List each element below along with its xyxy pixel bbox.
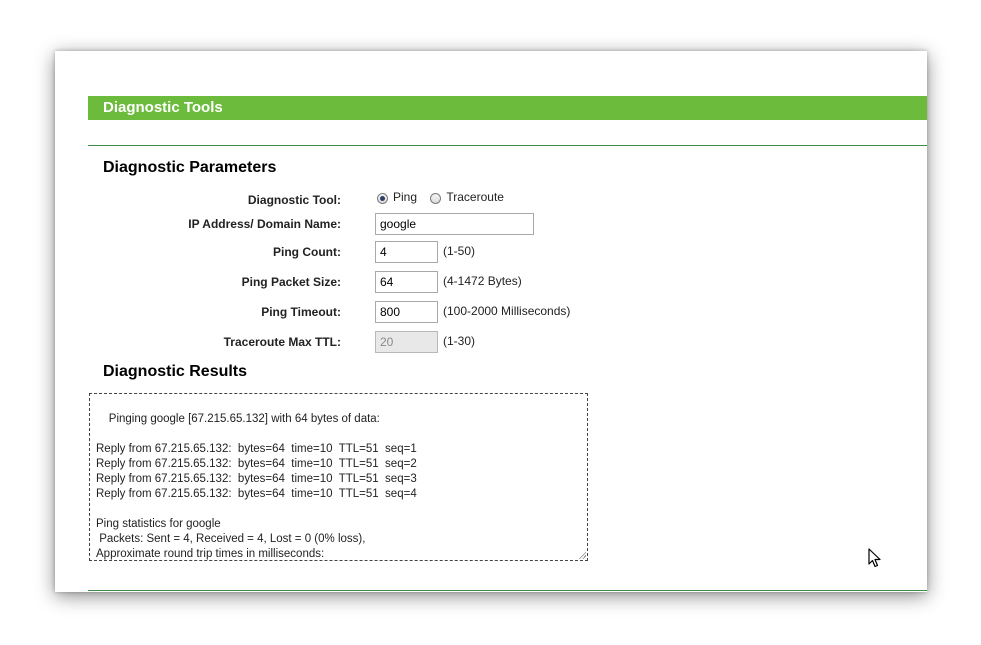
parameters-heading: Diagnostic Parameters <box>103 159 277 176</box>
ip-address-label: IP Address/ Domain Name: <box>188 217 341 231</box>
packet-size-hint: (4-1472 Bytes) <box>443 274 522 288</box>
packet-size-row: Ping Packet Size: (4-1472 Bytes) <box>55 271 927 293</box>
ping-timeout-label: Ping Timeout: <box>261 305 341 319</box>
ping-timeout-row: Ping Timeout: (100-2000 Milliseconds) <box>55 301 927 323</box>
ping-radio-label[interactable]: Ping <box>393 190 417 204</box>
bottom-divider <box>88 590 927 591</box>
ping-timeout-hint: (100-2000 Milliseconds) <box>443 304 571 318</box>
traceroute-radio-label[interactable]: Traceroute <box>446 190 504 204</box>
ping-count-label: Ping Count: <box>273 245 341 259</box>
results-textarea[interactable]: Pinging google [67.215.65.132] with 64 b… <box>89 393 588 561</box>
traceroute-ttl-label: Traceroute Max TTL: <box>223 335 341 349</box>
section-divider <box>88 145 927 146</box>
page-title: Diagnostic Tools <box>88 96 927 120</box>
ip-address-row: IP Address/ Domain Name: <box>55 213 927 235</box>
router-admin-panel: Diagnostic Tools Diagnostic Parameters D… <box>55 51 927 592</box>
packet-size-input[interactable] <box>375 271 438 293</box>
resize-grip-icon[interactable] <box>578 551 586 559</box>
traceroute-ttl-row: Traceroute Max TTL: (1-30) <box>55 331 927 353</box>
ping-count-row: Ping Count: (1-50) <box>55 241 927 263</box>
results-text: Pinging google [67.215.65.132] with 64 b… <box>96 413 417 560</box>
results-heading: Diagnostic Results <box>103 363 248 380</box>
ip-address-input[interactable] <box>375 213 534 235</box>
diagnostic-tool-radio-group: Ping Traceroute <box>377 190 514 204</box>
diagnostic-tool-label: Diagnostic Tool: <box>247 193 341 207</box>
mouse-pointer-icon <box>868 548 881 568</box>
diagnostic-tool-row: Diagnostic Tool: Ping Traceroute <box>55 189 927 211</box>
traceroute-ttl-input <box>375 331 438 353</box>
ping-count-input[interactable] <box>375 241 438 263</box>
ping-radio[interactable] <box>377 193 388 204</box>
ping-count-hint: (1-50) <box>443 244 476 258</box>
packet-size-label: Ping Packet Size: <box>241 275 341 289</box>
traceroute-radio[interactable] <box>430 193 442 204</box>
ping-timeout-input[interactable] <box>375 301 438 323</box>
traceroute-ttl-hint: (1-30) <box>443 334 476 348</box>
